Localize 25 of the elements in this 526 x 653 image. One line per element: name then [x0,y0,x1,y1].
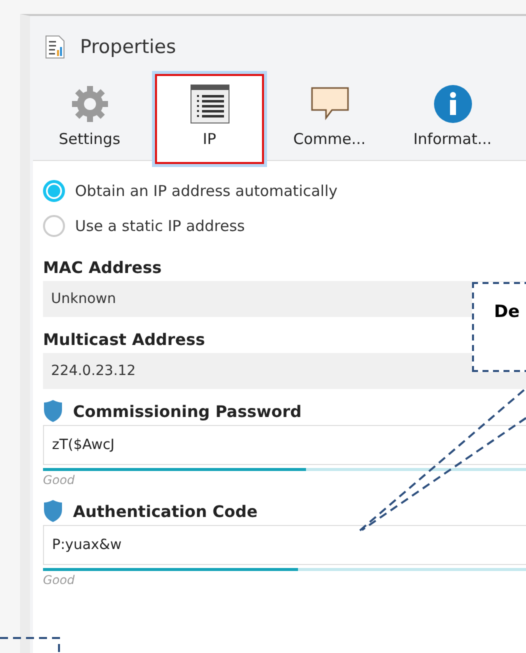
tab[interactable]: Comme... [272,74,387,168]
password-field[interactable]: P:yuax&w [43,525,526,565]
radio-button[interactable] [43,180,65,202]
window-title: Properties [80,36,176,58]
tab[interactable]: IP [155,74,264,164]
field-label: Authentication Code [73,502,258,520]
field-label: Commissioning Password [73,402,302,420]
strength-label: Good [43,573,76,589]
password-field[interactable]: zT($AwcJ [43,425,526,465]
gear-icon [70,84,110,124]
strength-label: Good [43,473,76,489]
field-label: Multicast Address [43,330,206,348]
radio-button[interactable] [43,214,65,236]
shield-icon [43,499,63,523]
list-window-icon [190,84,230,124]
dashed-frame [0,637,60,653]
properties-icon [44,35,66,59]
radio-label: Use a static IP address [75,216,245,234]
tab[interactable]: Informat... [395,74,510,168]
field-label: MAC Address [43,258,162,276]
callout-text: De [494,302,520,322]
shield-icon [43,399,63,423]
radio-label: Obtain an IP address automatically [75,182,338,200]
info-icon [432,84,472,124]
readonly-field: 224.0.23.12 [43,353,526,389]
